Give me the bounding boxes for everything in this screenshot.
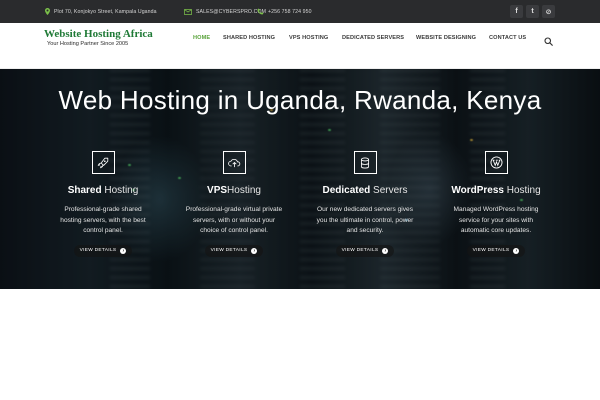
map-pin-icon [45, 8, 50, 15]
service-dedicated-servers: Dedicated Servers Our new dedicated serv… [310, 151, 420, 257]
service-title-bold: Shared [67, 185, 102, 196]
service-title-light: Servers [370, 185, 408, 196]
database-icon [353, 151, 377, 174]
service-shared-hosting: Shared Hosting Professional-grade shared… [48, 151, 158, 257]
chevron-right-icon: › [120, 247, 127, 254]
search-icon [544, 37, 553, 46]
nav-shared-hosting[interactable]: SHARED HOSTING [223, 35, 275, 41]
cloud-upload-icon [222, 151, 246, 174]
service-vps-hosting: VPSHosting Professional-grade virtual pr… [179, 151, 289, 257]
rss-icon: ⊘ [545, 8, 552, 16]
button-label: VIEW DETAILS [341, 248, 379, 253]
service-title-bold: Dedicated [322, 185, 371, 196]
twitter-button[interactable]: t [526, 5, 539, 18]
view-details-button[interactable]: VIEW DETAILS › [74, 244, 132, 257]
search-button[interactable] [544, 33, 554, 46]
nav-contact-us[interactable]: CONTACT US [489, 35, 526, 41]
chevron-right-icon: › [382, 247, 389, 254]
facebook-button[interactable]: f [510, 5, 523, 18]
twitter-icon: t [531, 8, 534, 15]
button-label: VIEW DETAILS [472, 248, 510, 253]
service-title-light: Hosting [101, 185, 139, 196]
facebook-icon: f [515, 8, 518, 15]
service-description: Managed WordPress hosting service for yo… [453, 206, 539, 234]
rocket-icon [91, 151, 115, 174]
address-text: Plot 70, Konjokyo Street, Kampala Uganda [54, 8, 157, 15]
service-title: Shared Hosting [48, 185, 158, 196]
hero-banner: Web Hosting in Uganda, Rwanda, Kenya Sha… [0, 69, 600, 289]
top-bar: Plot 70, Konjokyo Street, Kampala Uganda… [0, 0, 600, 23]
service-title: VPSHosting [179, 185, 289, 196]
service-description: Our new dedicated servers gives you the … [316, 206, 414, 234]
service-title-bold: VPS [207, 185, 228, 196]
nav-vps-hosting[interactable]: VPS HOSTING [289, 35, 328, 41]
nav-home[interactable]: HOME [193, 35, 210, 41]
mail-icon [184, 8, 192, 15]
address-info: Plot 70, Konjokyo Street, Kampala Uganda [45, 0, 157, 23]
service-wordpress-hosting: WordPress Hosting Managed WordPress host… [441, 151, 551, 257]
service-title: Dedicated Servers [310, 185, 420, 196]
rss-button[interactable]: ⊘ [542, 5, 555, 18]
view-details-button[interactable]: VIEW DETAILS › [205, 244, 263, 257]
service-title-light: Hosting [503, 185, 541, 196]
email-text[interactable]: SALES@CYBERSPRO.COM [196, 9, 266, 15]
email-info[interactable]: SALES@CYBERSPRO.COM [184, 0, 266, 23]
hero-title: Web Hosting in Uganda, Rwanda, Kenya [58, 85, 542, 115]
service-title: WordPress Hosting [441, 185, 551, 196]
service-description: Professional-grade shared hosting server… [60, 206, 146, 234]
phone-text[interactable]: +256 758 724 950 [268, 9, 312, 15]
main-header: Website Hosting Africa Your Hosting Part… [0, 23, 600, 69]
service-title-bold: WordPress [451, 185, 504, 196]
button-label: VIEW DETAILS [79, 248, 117, 253]
wordpress-icon [484, 151, 508, 174]
chevron-right-icon: › [251, 247, 258, 254]
view-details-button[interactable]: VIEW DETAILS › [467, 244, 525, 257]
service-title-light: Hosting [227, 185, 261, 196]
logo-tagline: Your Hosting Partner Since 2005 [47, 41, 129, 47]
phone-icon [257, 8, 264, 15]
logo-title[interactable]: Website Hosting Africa [44, 28, 153, 40]
nav-dedicated-servers[interactable]: DEDICATED SERVERS [342, 35, 404, 41]
service-description: Professional-grade virtual private serve… [185, 206, 283, 234]
nav-website-designing[interactable]: WEBSITE DESIGNING [416, 35, 476, 41]
phone-info[interactable]: +256 758 724 950 [257, 0, 312, 23]
chevron-right-icon: › [513, 247, 520, 254]
button-label: VIEW DETAILS [210, 248, 248, 253]
view-details-button[interactable]: VIEW DETAILS › [336, 244, 394, 257]
